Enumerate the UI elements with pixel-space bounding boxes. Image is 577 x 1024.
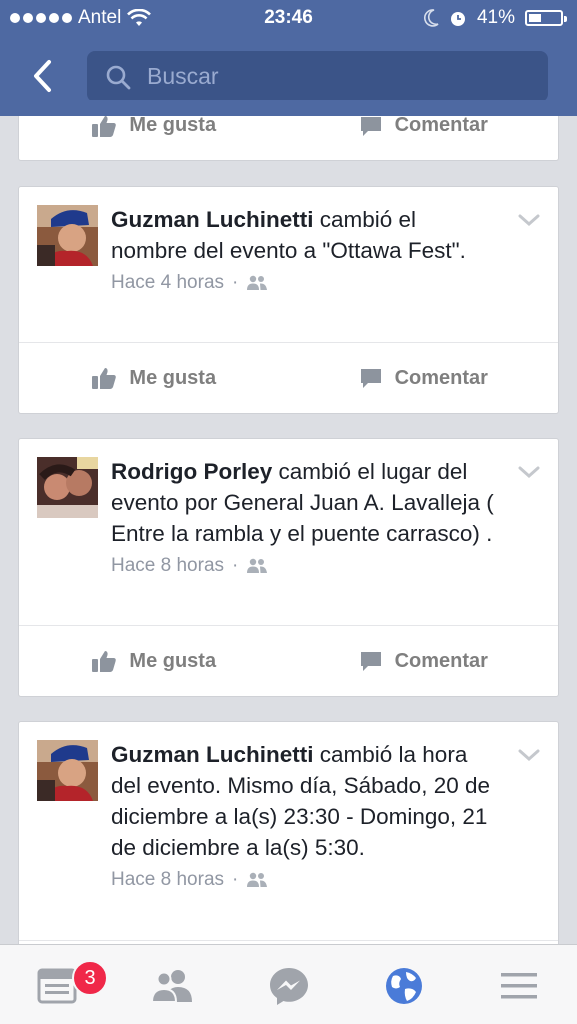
tab-messenger[interactable] xyxy=(259,963,319,1009)
back-button[interactable] xyxy=(22,52,62,100)
story-meta: Hace 4 horas · xyxy=(111,270,538,296)
author-name[interactable]: Guzman Luchinetti xyxy=(111,207,314,232)
separator-dot-icon: · xyxy=(232,272,239,293)
chevron-down-icon[interactable] xyxy=(518,748,540,767)
comment-icon xyxy=(360,369,381,388)
comment-label: Comentar xyxy=(394,366,488,389)
comment-icon xyxy=(360,652,381,671)
like-label: Me gusta xyxy=(129,649,217,672)
author-name[interactable]: Rodrigo Porley xyxy=(111,459,272,484)
chevron-left-icon xyxy=(34,60,51,92)
feed-card: Guzman Luchinetti cambió el nombre del e… xyxy=(18,186,559,414)
action-bar: Me gusta Comentar xyxy=(19,625,558,696)
search-icon xyxy=(106,65,131,89)
tab-notifications-globe[interactable] xyxy=(374,963,434,1009)
search-bar[interactable] xyxy=(87,51,548,102)
chevron-down-icon[interactable] xyxy=(518,213,540,232)
timestamp[interactable]: Hace 4 horas xyxy=(111,272,224,294)
avatar[interactable] xyxy=(37,740,98,801)
story-meta: Hace 8 horas · xyxy=(111,553,538,579)
story-text: Rodrigo Porley cambió el lugar del event… xyxy=(111,456,496,549)
battery-percent: 41% xyxy=(476,7,515,28)
story-text: Guzman Luchinetti cambió el nombre del e… xyxy=(111,204,496,266)
search-input[interactable] xyxy=(145,62,529,91)
friends-icon xyxy=(150,970,192,1003)
like-label: Me gusta xyxy=(129,114,217,136)
messenger-icon xyxy=(270,968,308,1005)
author-name[interactable]: Guzman Luchinetti xyxy=(111,742,314,767)
audience-friends-icon xyxy=(247,872,268,887)
moon-icon xyxy=(423,9,439,27)
feed-card: Guzman Luchinetti cambió la hora del eve… xyxy=(18,721,559,981)
feed-story: Guzman Luchinetti cambió la hora del eve… xyxy=(19,722,558,893)
comment-button[interactable]: Comentar xyxy=(289,626,559,696)
comment-button[interactable]: Comentar xyxy=(289,343,559,413)
audience-friends-icon xyxy=(247,275,268,290)
timestamp[interactable]: Hace 8 horas xyxy=(111,869,224,891)
action-bar: Me gusta Comentar xyxy=(19,342,558,413)
alarm-icon xyxy=(450,12,465,26)
feed-story: Rodrigo Porley cambió el lugar del event… xyxy=(19,439,558,579)
thumbs-up-icon xyxy=(92,115,117,137)
status-right: 41% xyxy=(423,7,567,29)
comment-label: Comentar xyxy=(394,114,488,136)
battery-icon xyxy=(525,10,567,26)
globe-icon xyxy=(386,968,422,1004)
like-button[interactable]: Me gusta xyxy=(19,626,289,696)
divider xyxy=(19,940,558,941)
feed-story: Guzman Luchinetti cambió el nombre del e… xyxy=(19,187,558,296)
avatar[interactable] xyxy=(37,457,98,518)
like-button[interactable]: Me gusta xyxy=(19,343,289,413)
comment-icon xyxy=(360,116,381,136)
separator-dot-icon: · xyxy=(232,555,239,576)
status-bar: Antel 23:46 41% xyxy=(0,0,577,38)
thumbs-up-icon xyxy=(92,368,117,389)
audience-friends-icon xyxy=(247,558,268,573)
news-feed-icon xyxy=(37,968,77,1004)
like-label: Me gusta xyxy=(129,366,217,389)
chevron-down-icon[interactable] xyxy=(518,465,540,484)
story-text: Guzman Luchinetti cambió la hora del eve… xyxy=(111,739,496,863)
story-meta: Hace 8 horas · xyxy=(111,867,538,893)
notification-badge: 3 xyxy=(72,960,108,996)
separator-dot-icon: · xyxy=(232,869,239,890)
avatar[interactable] xyxy=(37,205,98,266)
header-shadow xyxy=(0,100,577,116)
tab-friend-requests[interactable] xyxy=(142,963,202,1009)
menu-icon xyxy=(501,973,537,999)
comment-label: Comentar xyxy=(394,649,488,672)
timestamp[interactable]: Hace 8 horas xyxy=(111,555,224,577)
feed-card: Rodrigo Porley cambió el lugar del event… xyxy=(18,438,559,697)
tab-more[interactable] xyxy=(489,963,549,1009)
thumbs-up-icon xyxy=(92,651,117,672)
